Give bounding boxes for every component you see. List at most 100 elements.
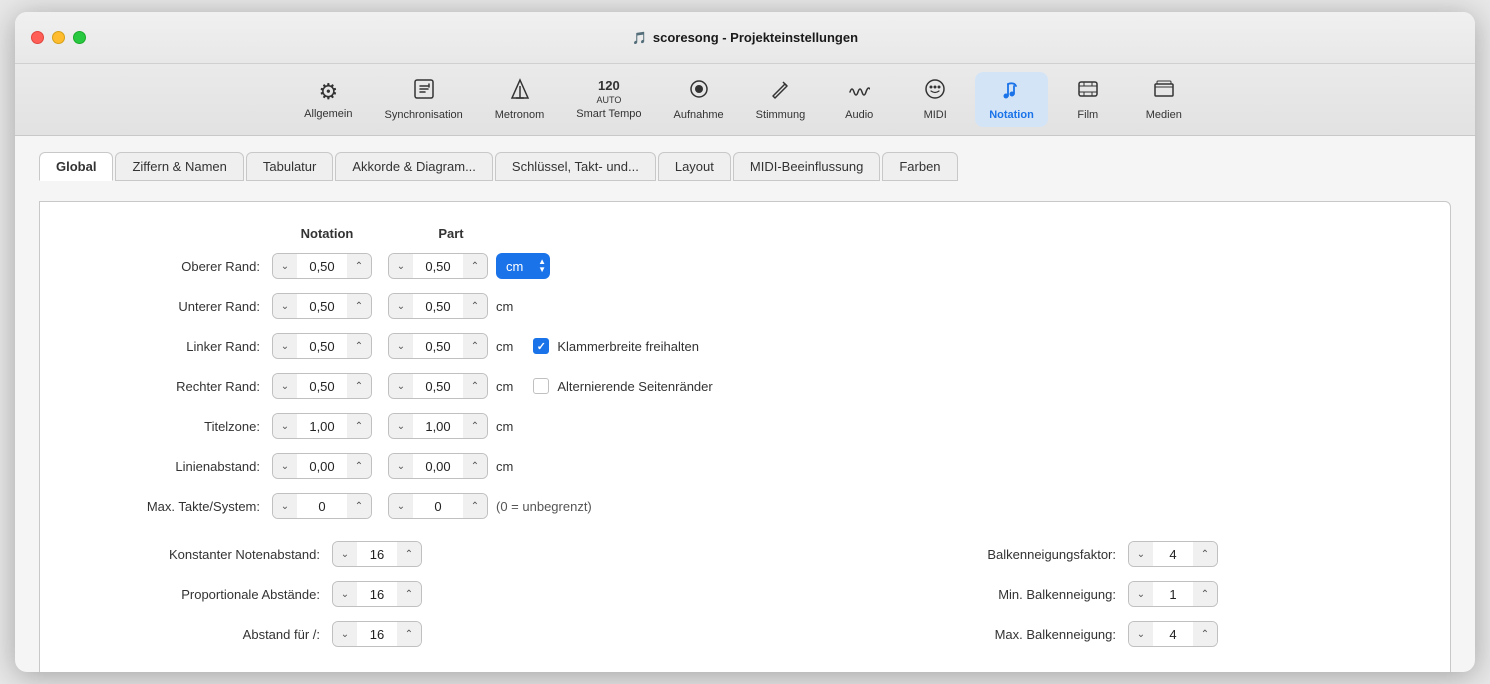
stepper-up-notation-unterer[interactable]: ⌃: [347, 293, 371, 319]
toolbar-item-audio[interactable]: Audio: [823, 72, 895, 127]
stepper-down-min-balken[interactable]: ⌄: [1129, 581, 1153, 607]
stepper-up-part-oberer[interactable]: ⌃: [463, 253, 487, 279]
tab-tabulatur[interactable]: Tabulatur: [246, 152, 333, 181]
stepper-down-proportionale[interactable]: ⌄: [333, 581, 357, 607]
stepper-part-unterer[interactable]: ⌄ 0,50 ⌃: [388, 293, 488, 319]
stepper-up-notation-rechter[interactable]: ⌃: [347, 373, 371, 399]
stepper-down-balkenneigung[interactable]: ⌄: [1129, 541, 1153, 567]
stepper-down-notation-max-takte[interactable]: ⌄: [273, 493, 297, 519]
tab-midi-bee[interactable]: MIDI-Beeinflussung: [733, 152, 880, 181]
stepper-down-notation-oberer[interactable]: ⌄: [273, 253, 297, 279]
stepper-up-abstand[interactable]: ⌃: [397, 621, 421, 647]
toolbar-item-allgemein[interactable]: ⚙ Allgemein: [290, 73, 366, 126]
column-headers: Notation Part: [272, 226, 1418, 241]
stepper-down-part-max-takte[interactable]: ⌄: [389, 493, 413, 519]
stepper-down-notation-rechter[interactable]: ⌄: [273, 373, 297, 399]
toolbar-item-midi[interactable]: MIDI: [899, 72, 971, 127]
stepper-down-konstanter[interactable]: ⌄: [333, 541, 357, 567]
stepper-konstanter-notenabstand[interactable]: ⌄ 16 ⌃: [332, 541, 422, 567]
stepper-up-part-unterer[interactable]: ⌃: [463, 293, 487, 319]
label-max-balkenneigung: Max. Balkenneigung:: [908, 627, 1128, 642]
stepper-down-part-oberer[interactable]: ⌄: [389, 253, 413, 279]
stepper-part-rechter[interactable]: ⌄ 0,50 ⌃: [388, 373, 488, 399]
stepper-notation-linker[interactable]: ⌄ 0,50 ⌃: [272, 333, 372, 359]
tab-global[interactable]: Global: [39, 152, 113, 181]
stepper-up-notation-oberer[interactable]: ⌃: [347, 253, 371, 279]
stepper-up-max-balken[interactable]: ⌃: [1193, 621, 1217, 647]
stepper-up-part-linienabstand[interactable]: ⌃: [463, 453, 487, 479]
stepper-down-part-linker[interactable]: ⌄: [389, 333, 413, 359]
minimize-button[interactable]: [52, 31, 65, 44]
stepper-up-notation-max-takte[interactable]: ⌃: [347, 493, 371, 519]
toolbar-item-notation[interactable]: Notation: [975, 72, 1048, 127]
checkbox-klammerbreite[interactable]: ✓: [533, 338, 549, 354]
stepper-down-notation-titelzone[interactable]: ⌄: [273, 413, 297, 439]
stepper-notation-rechter[interactable]: ⌄ 0,50 ⌃: [272, 373, 372, 399]
tab-ziffern[interactable]: Ziffern & Namen: [115, 152, 243, 181]
tab-layout[interactable]: Layout: [658, 152, 731, 181]
toolbar-item-synchronisation[interactable]: Synchronisation: [370, 72, 476, 127]
stepper-part-linienabstand[interactable]: ⌄ 0,00 ⌃: [388, 453, 488, 479]
record-icon: [688, 78, 710, 106]
toolbar-item-metronom[interactable]: Metronom: [481, 72, 559, 127]
stepper-up-min-balken[interactable]: ⌃: [1193, 581, 1217, 607]
main-content: Notation Part Oberer Rand: ⌄ 0,50 ⌃ ⌄ 0,…: [39, 201, 1451, 672]
stepper-abstand-fuer[interactable]: ⌄ 16 ⌃: [332, 621, 422, 647]
close-button[interactable]: [31, 31, 44, 44]
stepper-up-part-max-takte[interactable]: ⌃: [463, 493, 487, 519]
tab-akkorde[interactable]: Akkorde & Diagram...: [335, 152, 493, 181]
stepper-notation-max-takte[interactable]: ⌄ 0 ⌃: [272, 493, 372, 519]
stepper-part-oberer[interactable]: ⌄ 0,50 ⌃: [388, 253, 488, 279]
stepper-proportionale[interactable]: ⌄ 16 ⌃: [332, 581, 422, 607]
stepper-up-notation-linker[interactable]: ⌃: [347, 333, 371, 359]
stepper-up-notation-linienabstand[interactable]: ⌃: [347, 453, 371, 479]
stepper-max-balkenneigung[interactable]: ⌄ 4 ⌃: [1128, 621, 1218, 647]
stepper-down-notation-unterer[interactable]: ⌄: [273, 293, 297, 319]
toolbar-item-stimmung[interactable]: Stimmung: [742, 72, 820, 127]
toolbar-item-smart-tempo[interactable]: 120AUTO Smart Tempo: [562, 73, 655, 126]
stepper-down-part-unterer[interactable]: ⌄: [389, 293, 413, 319]
unit-select[interactable]: cm inch: [496, 253, 550, 279]
stepper-notation-titelzone[interactable]: ⌄ 1,00 ⌃: [272, 413, 372, 439]
stepper-notation-oberer[interactable]: ⌄ 0,50 ⌃: [272, 253, 372, 279]
stepper-balkenneigungsfaktor[interactable]: ⌄ 4 ⌃: [1128, 541, 1218, 567]
tab-schluessel[interactable]: Schlüssel, Takt- und...: [495, 152, 656, 181]
checkbox-alternierend-label[interactable]: Alternierende Seitenränder: [533, 378, 712, 394]
stepper-down-notation-linker[interactable]: ⌄: [273, 333, 297, 359]
stepper-up-part-titelzone[interactable]: ⌃: [463, 413, 487, 439]
stepper-min-balkenneigung[interactable]: ⌄ 1 ⌃: [1128, 581, 1218, 607]
stepper-notation-linienabstand[interactable]: ⌄ 0,00 ⌃: [272, 453, 372, 479]
stepper-part-max-takte[interactable]: ⌄ 0 ⌃: [388, 493, 488, 519]
stepper-down-part-linienabstand[interactable]: ⌄: [389, 453, 413, 479]
stepper-notation-unterer[interactable]: ⌄ 0,50 ⌃: [272, 293, 372, 319]
stepper-down-part-titelzone[interactable]: ⌄: [389, 413, 413, 439]
unit-linienabstand: cm: [496, 459, 513, 474]
stepper-up-notation-titelzone[interactable]: ⌃: [347, 413, 371, 439]
unit-unterer: cm: [496, 299, 513, 314]
stepper-up-proportionale[interactable]: ⌃: [397, 581, 421, 607]
toolbar-item-aufnahme[interactable]: Aufnahme: [660, 72, 738, 127]
stepper-val-proportionale: 16: [357, 587, 397, 602]
stepper-down-abstand[interactable]: ⌄: [333, 621, 357, 647]
toolbar-item-film[interactable]: Film: [1052, 72, 1124, 127]
stepper-down-max-balken[interactable]: ⌄: [1129, 621, 1153, 647]
checkbox-klammerbreite-label[interactable]: ✓ Klammerbreite freihalten: [533, 338, 699, 354]
toolbar-item-medien[interactable]: Medien: [1128, 72, 1200, 127]
stepper-up-part-linker[interactable]: ⌃: [463, 333, 487, 359]
checkbox-alternierend[interactable]: [533, 378, 549, 394]
row-oberer-rand: Oberer Rand: ⌄ 0,50 ⌃ ⌄ 0,50 ⌃ cm: [72, 251, 1418, 281]
label-konstanter-notenabstand: Konstanter Notenabstand:: [72, 547, 332, 562]
stepper-down-notation-linienabstand[interactable]: ⌄: [273, 453, 297, 479]
stepper-part-titelzone[interactable]: ⌄ 1,00 ⌃: [388, 413, 488, 439]
tab-farben[interactable]: Farben: [882, 152, 957, 181]
stepper-up-balkenneigung[interactable]: ⌃: [1193, 541, 1217, 567]
label-abstand-fuer: Abstand für /:: [72, 627, 332, 642]
maximize-button[interactable]: [73, 31, 86, 44]
stepper-down-part-rechter[interactable]: ⌄: [389, 373, 413, 399]
toolbar-label-notation: Notation: [989, 109, 1034, 121]
row-max-takte: Max. Takte/System: ⌄ 0 ⌃ ⌄ 0 ⌃ (0 = unbe…: [72, 491, 1418, 521]
stepper-up-part-rechter[interactable]: ⌃: [463, 373, 487, 399]
stepper-part-linker[interactable]: ⌄ 0,50 ⌃: [388, 333, 488, 359]
stepper-val-part-linienabstand: 0,00: [413, 459, 463, 474]
stepper-up-konstanter[interactable]: ⌃: [397, 541, 421, 567]
